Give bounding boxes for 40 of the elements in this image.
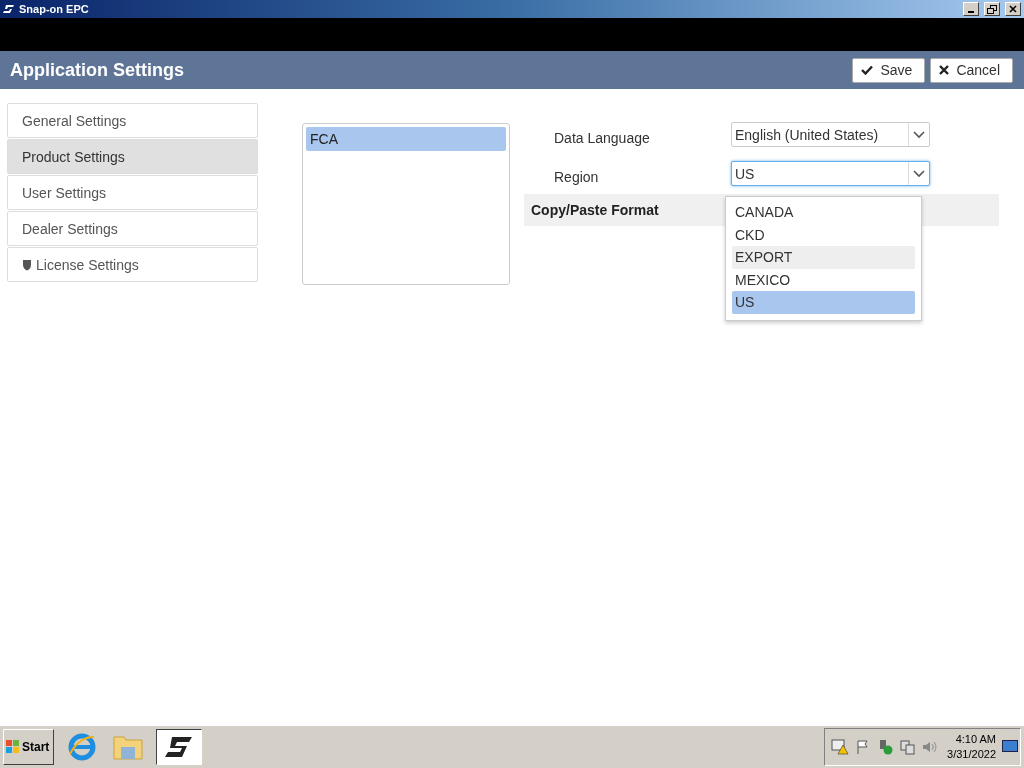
close-icon xyxy=(1009,5,1017,13)
dropdown-option[interactable]: US xyxy=(732,291,915,314)
sidebar-item[interactable]: Product Settings xyxy=(7,139,258,174)
dropdown-option[interactable]: EXPORT xyxy=(732,246,915,269)
save-button[interactable]: Save xyxy=(852,57,926,83)
cancel-button[interactable]: Cancel xyxy=(930,57,1013,83)
dropdown-option[interactable]: MEXICO xyxy=(732,268,915,291)
sidebar-item[interactable]: Dealer Settings xyxy=(7,211,258,246)
network-icon[interactable] xyxy=(899,739,916,755)
product-item[interactable]: FCA xyxy=(306,127,506,151)
page-title: Application Settings xyxy=(10,59,185,81)
warning-icon[interactable] xyxy=(831,739,850,755)
field-label: Region xyxy=(553,169,600,185)
field-label: Data Language xyxy=(553,130,651,146)
clock[interactable]: 4:10 AM 3/31/2022 xyxy=(947,732,996,762)
restore-icon xyxy=(987,4,997,14)
start-button[interactable]: Start xyxy=(3,729,54,765)
window-title: Snap-on EPC xyxy=(19,3,90,15)
minimize-button[interactable] xyxy=(963,2,979,16)
windows-logo-icon xyxy=(6,740,20,754)
checkmark-icon xyxy=(861,65,874,75)
sidebar-item[interactable]: User Settings xyxy=(7,175,258,210)
clock-date: 3/31/2022 xyxy=(947,747,996,762)
app-logo-icon xyxy=(3,4,15,14)
shield-icon xyxy=(22,258,32,271)
restore-button[interactable] xyxy=(984,2,1000,16)
dropdown-select[interactable]: English (United States) xyxy=(731,122,930,147)
dropdown-option[interactable]: CANADA xyxy=(732,201,915,224)
sidebar-item[interactable]: General Settings xyxy=(7,103,258,138)
dropdown-option[interactable]: CKD xyxy=(732,223,915,246)
show-desktop-icon[interactable] xyxy=(1002,740,1018,754)
close-icon xyxy=(939,65,950,75)
chevron-down-icon xyxy=(913,169,925,178)
sidebar-item[interactable]: License Settings xyxy=(7,247,258,282)
dropdown-select[interactable]: US xyxy=(731,161,930,186)
speaker-icon[interactable] xyxy=(921,739,938,755)
clock-time: 4:10 AM xyxy=(955,732,996,747)
app-logo-icon[interactable] xyxy=(156,729,202,765)
chevron-down-icon xyxy=(913,130,925,139)
close-button[interactable] xyxy=(1005,2,1021,16)
